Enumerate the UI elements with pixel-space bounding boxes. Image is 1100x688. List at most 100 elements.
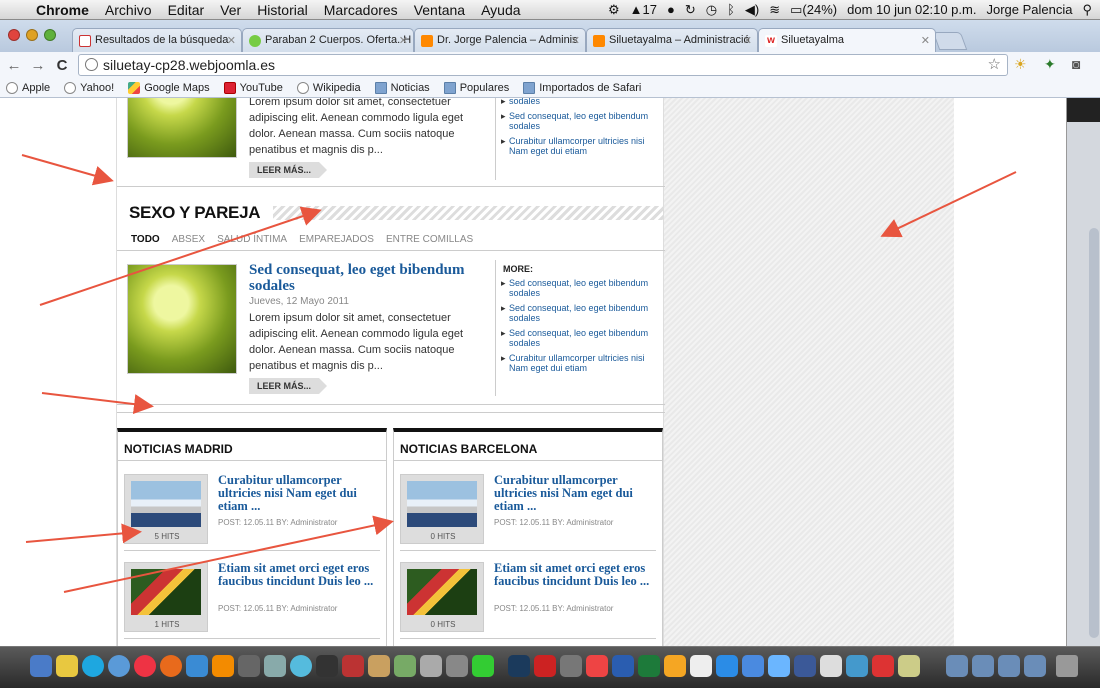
menu-ventana[interactable]: Ventana <box>414 2 465 18</box>
facetime-icon[interactable] <box>186 655 208 677</box>
volume-icon[interactable]: ◀) <box>745 2 759 18</box>
tab-paraban[interactable]: Paraban 2 Cuerpos. Oferta. H ✕ <box>242 28 414 52</box>
tab-gmail[interactable]: Resultados de la búsqueda ✕ <box>72 28 242 52</box>
news-thumb[interactable]: 1 HITS <box>124 562 208 632</box>
more-link[interactable]: Sed consequat, leo eget bibendum sodales <box>501 111 657 131</box>
news-title[interactable]: Etiam sit amet orci eget eros faucibus t… <box>218 562 386 588</box>
bookmark-populares[interactable]: Populares <box>443 81 509 94</box>
bookmark-noticias[interactable]: Noticias <box>374 81 430 94</box>
book-icon[interactable] <box>368 655 390 677</box>
blackberry-icon[interactable] <box>316 655 338 677</box>
scrollbar[interactable] <box>1089 228 1099 638</box>
movie-icon[interactable] <box>446 655 468 677</box>
iphoto-icon[interactable] <box>394 655 416 677</box>
downloads-icon[interactable] <box>846 655 868 677</box>
subnav-salud-intima[interactable]: SALUD ÍNTIMA <box>217 234 287 245</box>
wifi-icon[interactable]: ≋ <box>769 2 780 18</box>
itunes-icon[interactable] <box>290 655 312 677</box>
minimize-window-icon[interactable] <box>26 29 38 41</box>
outlook-icon[interactable] <box>664 655 686 677</box>
extension-icon[interactable]: ☀ <box>1014 56 1027 73</box>
puzzle-icon[interactable]: ✦ <box>1044 56 1056 73</box>
leer-mas-button[interactable]: LEER MÁS... <box>249 378 328 394</box>
tab-close-icon[interactable]: ✕ <box>571 34 580 47</box>
more-link[interactable]: sodales <box>501 98 657 106</box>
article-image[interactable] <box>127 264 237 374</box>
spotlight-icon[interactable]: ⚲ <box>1082 2 1092 18</box>
tab-siluetayalma[interactable]: w Siluetayalma ✕ <box>758 28 936 52</box>
menu-app-name[interactable]: Chrome <box>36 2 89 18</box>
news-title[interactable]: Etiam sit amet orci eget eros faucibus t… <box>494 562 662 588</box>
leer-mas-button[interactable]: LEER MÁS... <box>249 162 328 178</box>
photoshop-icon[interactable] <box>508 655 530 677</box>
tab-jorge-admin[interactable]: Dr. Jorge Palencia – Adminis ✕ <box>414 28 586 52</box>
more-link[interactable]: Sed consequat, leo eget bibendum sodales <box>501 278 657 298</box>
stickies-icon[interactable] <box>56 655 78 677</box>
user-name[interactable]: Jorge Palencia <box>986 2 1072 17</box>
forward-icon[interactable]: → <box>26 57 50 74</box>
trash-utility-icon[interactable] <box>820 655 842 677</box>
textedit-icon[interactable] <box>690 655 712 677</box>
news-thumb[interactable]: 0 HITS <box>400 562 484 632</box>
powerpoint-icon[interactable] <box>586 655 608 677</box>
menu-editar[interactable]: Editar <box>168 2 205 18</box>
bookmark-importados-safari[interactable]: Importados de Safari <box>523 81 641 94</box>
dropbox-icon[interactable] <box>716 655 738 677</box>
skype-icon[interactable] <box>82 655 104 677</box>
photo-booth-icon[interactable] <box>342 655 364 677</box>
bookmark-youtube[interactable]: YouTube <box>223 81 283 94</box>
bookmark-google-maps[interactable]: Google Maps <box>128 81 210 94</box>
tab-close-icon[interactable]: ✕ <box>227 34 236 47</box>
news-thumb[interactable]: 5 HITS <box>124 474 208 544</box>
vlc-icon[interactable] <box>212 655 234 677</box>
dvd-icon[interactable] <box>238 655 260 677</box>
battery-icon[interactable]: ▭(24%) <box>790 2 837 18</box>
more-link[interactable]: Curabitur ullamcorper ultricies nisi Nam… <box>501 353 657 373</box>
record-icon[interactable]: ● <box>667 2 675 17</box>
menu-archivo[interactable]: Archivo <box>105 2 152 18</box>
word-icon[interactable] <box>612 655 634 677</box>
acrobat-icon[interactable] <box>534 655 556 677</box>
finder-icon[interactable] <box>30 655 52 677</box>
system-preferences-icon[interactable] <box>560 655 582 677</box>
bookmark-apple[interactable]: Apple <box>6 81 50 94</box>
adobe-icon[interactable]: ▲17 <box>630 2 657 17</box>
back-icon[interactable]: ← <box>2 57 26 74</box>
chrome-icon[interactable] <box>134 655 156 677</box>
safari-icon[interactable] <box>108 655 130 677</box>
activity-monitor-icon[interactable] <box>472 655 494 677</box>
trash-icon[interactable] <box>1056 655 1078 677</box>
news-title[interactable]: Curabitur ullamcorper ultricies nisi Nam… <box>218 474 386 513</box>
new-tab-button[interactable] <box>932 32 968 50</box>
documents-icon[interactable] <box>898 655 920 677</box>
photo-stack-icon[interactable] <box>872 655 894 677</box>
time-machine-icon[interactable]: ◷ <box>706 2 717 18</box>
folder-stack-icon[interactable] <box>998 655 1020 677</box>
tab-siluetayalma-admin[interactable]: Siluetayalma – Administració ✕ <box>586 28 758 52</box>
refresh-icon[interactable]: ↻ <box>685 2 696 18</box>
reload-icon[interactable]: C <box>50 57 74 74</box>
tab-close-icon[interactable]: ✕ <box>743 34 752 47</box>
news-title[interactable]: Curabitur ullamcorper ultricies nisi Nam… <box>494 474 662 513</box>
preview-icon[interactable] <box>264 655 286 677</box>
article-image[interactable] <box>127 98 237 158</box>
bookmark-yahoo[interactable]: Yahoo! <box>64 81 114 94</box>
bookmark-wikipedia[interactable]: Wikipedia <box>296 81 361 94</box>
tab-close-icon[interactable]: ✕ <box>399 34 408 47</box>
bookmark-star-icon[interactable]: ☆ <box>988 55 1001 73</box>
article-title[interactable]: Sed consequat, leo eget bibendum sodales <box>249 262 489 294</box>
folder-stack-icon[interactable] <box>972 655 994 677</box>
more-link[interactable]: Curabitur ullamcorper ultricies nisi Nam… <box>501 136 657 156</box>
folder-stack-icon[interactable] <box>946 655 968 677</box>
news-thumb[interactable]: 0 HITS <box>400 474 484 544</box>
network-icon[interactable] <box>768 655 790 677</box>
subnav-entre-comillas[interactable]: ENTRE COMILLAS <box>386 234 473 245</box>
bluetooth-icon[interactable]: ᛒ <box>727 2 735 17</box>
more-link[interactable]: Sed consequat, leo eget bibendum sodales <box>501 303 657 323</box>
folder-stack-icon[interactable] <box>1024 655 1046 677</box>
clock[interactable]: dom 10 jun 02:10 p.m. <box>847 2 976 17</box>
tools-icon[interactable] <box>420 655 442 677</box>
wrench-icon[interactable]: ◙ <box>1072 56 1080 72</box>
excel-icon[interactable] <box>638 655 660 677</box>
messenger-icon[interactable] <box>794 655 816 677</box>
